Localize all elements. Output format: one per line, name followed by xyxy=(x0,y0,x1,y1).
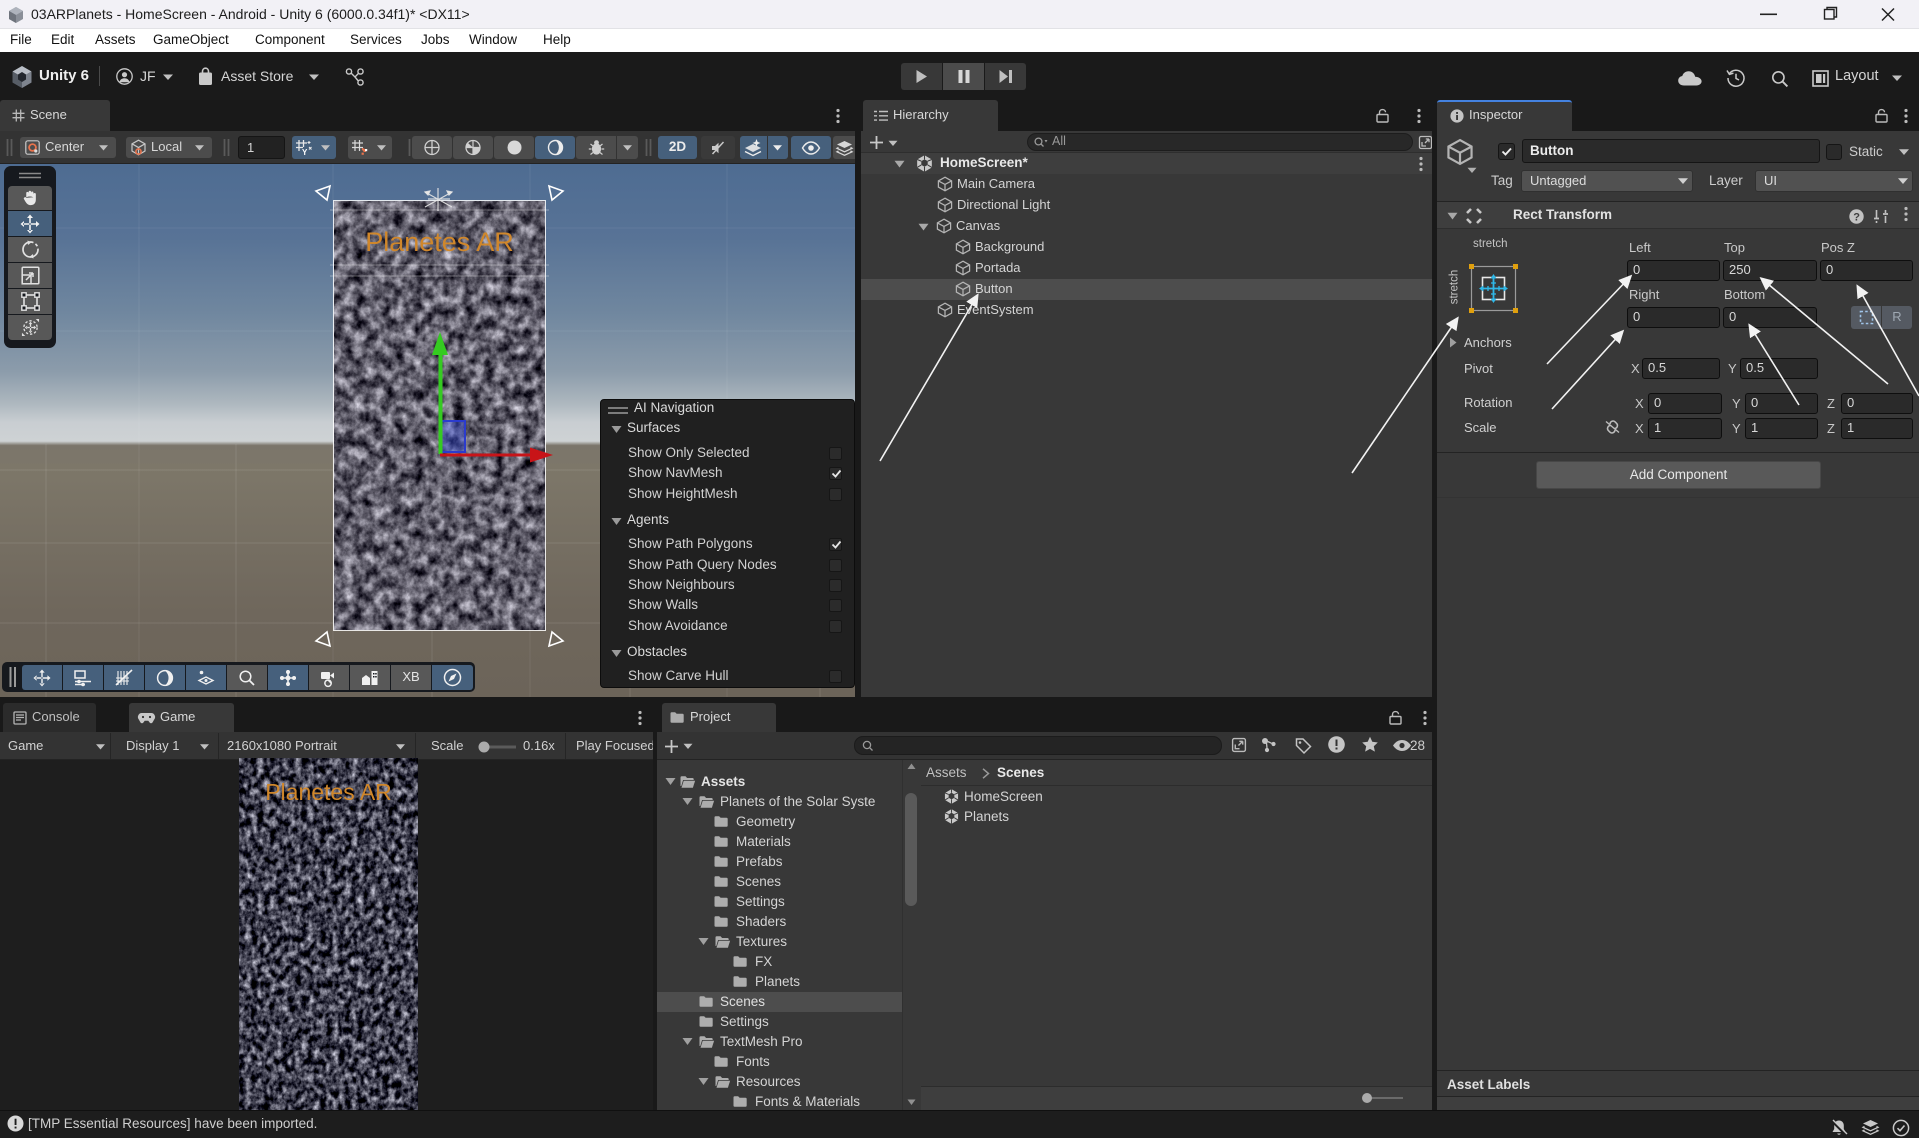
svg-text:?: ? xyxy=(1853,212,1860,224)
svg-text:Y: Y xyxy=(302,148,308,157)
